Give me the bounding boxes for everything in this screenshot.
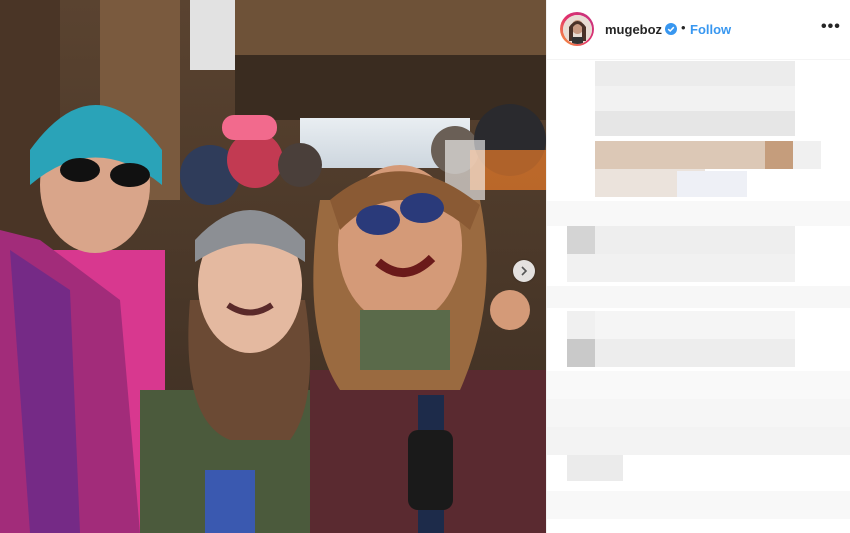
profile-picture-icon [562,14,592,44]
photo-scene [0,0,546,533]
verified-badge-icon [665,23,677,35]
avatar[interactable] [560,12,594,46]
username[interactable]: mugeboz [605,22,662,37]
carousel-next-button[interactable] [513,260,535,282]
avatar-image [562,14,592,44]
post-header: mugeboz • Follow ••• [547,0,850,60]
caption-pixelated [547,61,850,533]
follow-button[interactable]: Follow [690,22,731,37]
chevron-right-icon [521,266,528,276]
more-options-icon[interactable]: ••• [821,18,841,36]
post-sidebar: mugeboz • Follow ••• [546,0,850,533]
separator-dot: • [681,20,686,35]
post-photo[interactable] [0,0,546,533]
